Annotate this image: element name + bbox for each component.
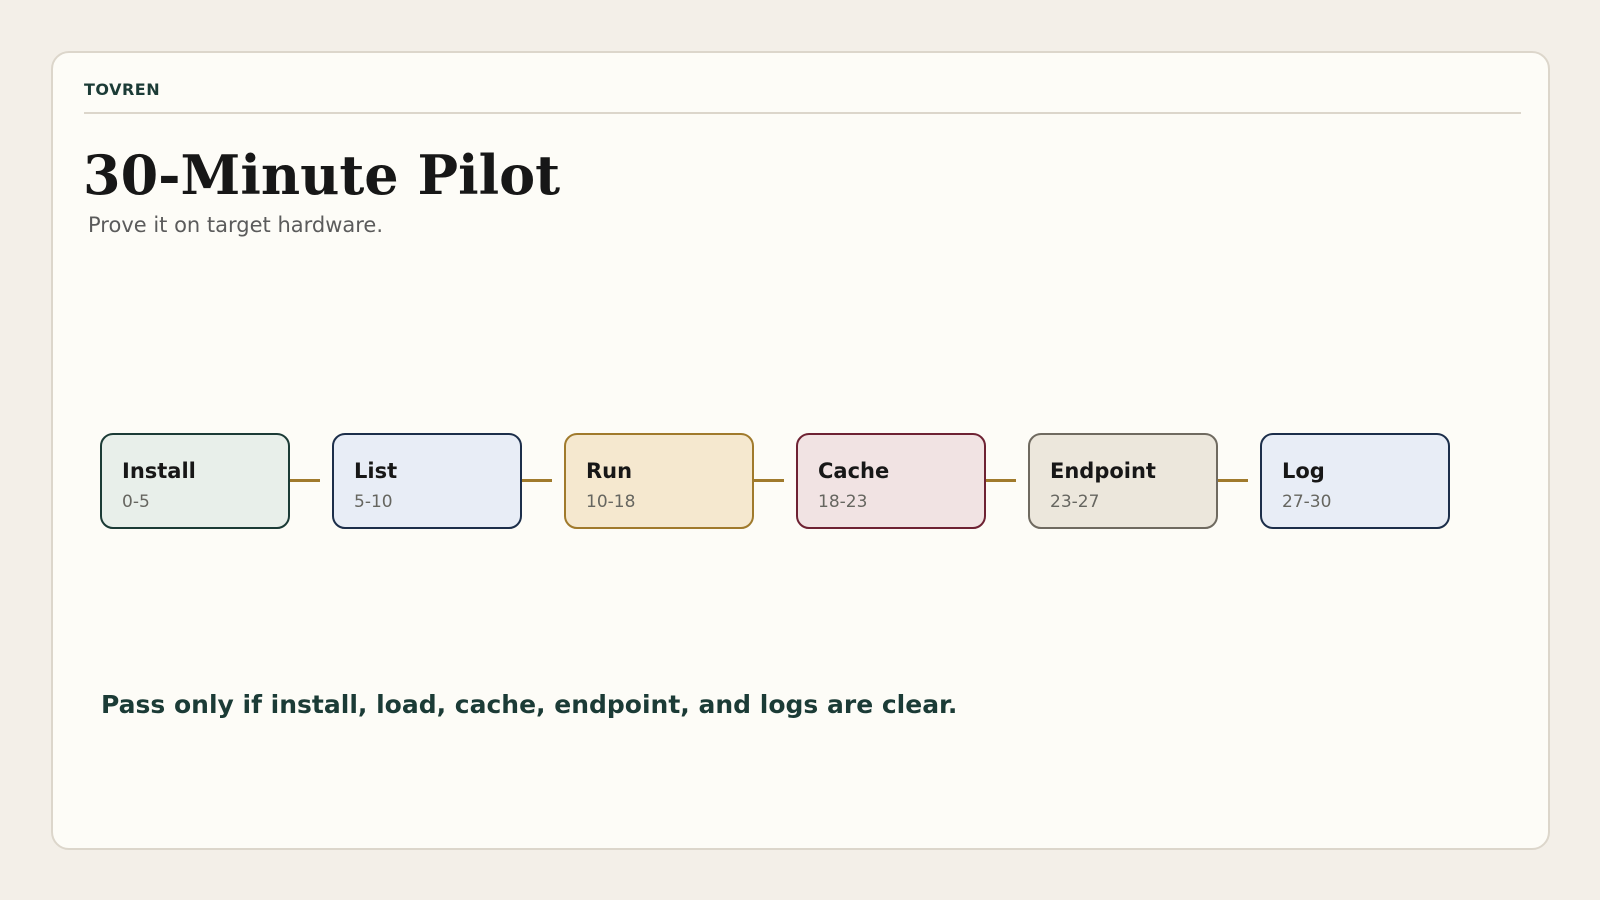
- stage-name: Endpoint: [1050, 459, 1156, 483]
- stage-install: Install 0-5: [100, 433, 290, 529]
- stage-connector: [986, 479, 1016, 482]
- stage-connector: [754, 479, 784, 482]
- stage-name: Log: [1282, 459, 1325, 483]
- stage-connector: [522, 479, 552, 482]
- stage-connector: [290, 479, 320, 482]
- stage-name: Run: [586, 459, 633, 483]
- stage-cache: Cache 18-23: [796, 433, 986, 529]
- stage-name: Cache: [818, 459, 890, 483]
- stage-range: 0-5: [122, 492, 150, 512]
- stage-name: List: [354, 459, 398, 483]
- stage-endpoint: Endpoint 23-27: [1028, 433, 1218, 529]
- stage-range: 23-27: [1050, 492, 1100, 512]
- stage-range: 18-23: [818, 492, 868, 512]
- pilot-timeline: Install 0-5 List 5-10 Run 10-18 Cache 18…: [53, 53, 1548, 848]
- stage-connector: [1218, 479, 1248, 482]
- stage-run: Run 10-18: [564, 433, 754, 529]
- stage-name: Install: [122, 459, 196, 483]
- slide-card: TOVREN 30-Minute Pilot Prove it on targe…: [51, 51, 1550, 850]
- stage-list: List 5-10: [332, 433, 522, 529]
- pass-criteria-note: Pass only if install, load, cache, endpo…: [101, 690, 958, 719]
- stage-range: 27-30: [1282, 492, 1332, 512]
- stage-log: Log 27-30: [1260, 433, 1450, 529]
- stage-range: 10-18: [586, 492, 636, 512]
- stage-range: 5-10: [354, 492, 393, 512]
